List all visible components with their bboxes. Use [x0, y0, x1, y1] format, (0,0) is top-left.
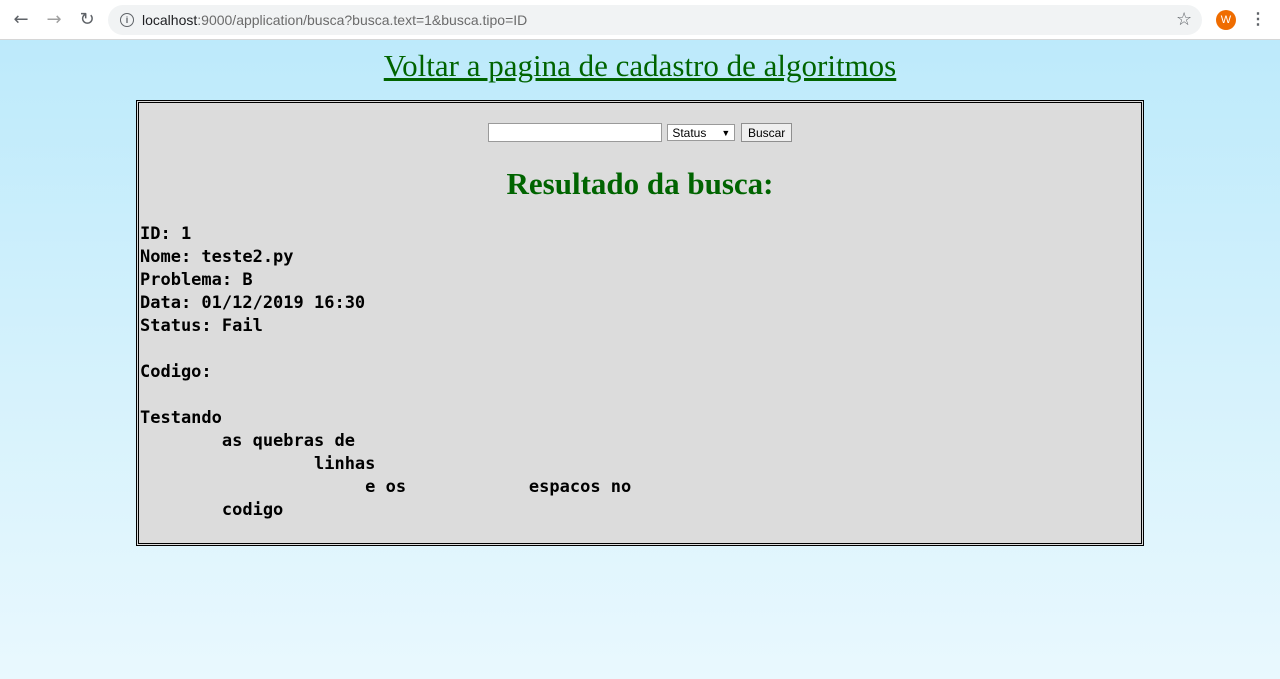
result-block: ID: 1 Nome: teste2.py Problema: B Data: … — [140, 223, 631, 522]
code-line: as quebras de — [140, 431, 355, 451]
search-type-value: Status — [672, 126, 707, 140]
dropdown-arrow-icon: ▼ — [721, 128, 731, 138]
search-input[interactable] — [487, 123, 662, 142]
code-line: linhas — [140, 454, 376, 474]
search-type-select[interactable]: Status ▼ — [667, 124, 736, 141]
url-host: localhost — [142, 12, 198, 28]
search-form: Status ▼ Buscar — [139, 123, 1141, 142]
back-arrow-icon[interactable]: ← — [10, 9, 32, 31]
code-line: codigo — [140, 500, 284, 520]
result-id: ID: 1 — [140, 224, 192, 244]
search-button[interactable]: Buscar — [740, 123, 793, 142]
reload-icon[interactable]: ↻ — [76, 9, 98, 31]
result-status: Status: Fail — [140, 316, 263, 336]
page-body: Voltar a pagina de cadastro de algoritmo… — [0, 40, 1280, 679]
address-bar[interactable]: i localhost:9000/application/busca?busca… — [108, 5, 1202, 35]
info-icon[interactable]: i — [120, 13, 134, 27]
back-to-register-link[interactable]: Voltar a pagina de cadastro de algoritmo… — [384, 48, 896, 83]
code-line: Testando — [140, 408, 222, 428]
result-codigo-label: Codigo: — [140, 362, 212, 382]
browser-toolbar: ← → ↻ i localhost:9000/application/busca… — [0, 0, 1280, 40]
forward-arrow-icon[interactable]: → — [43, 9, 65, 31]
profile-avatar[interactable]: W — [1216, 10, 1236, 30]
result-data: Data: 01/12/2019 16:30 — [140, 293, 366, 313]
results-title: Resultado da busca: — [506, 166, 774, 201]
kebab-menu-icon[interactable]: ⋮ — [1250, 9, 1266, 31]
result-nome: Nome: teste2.py — [140, 247, 294, 267]
result-problema: Problema: B — [140, 270, 253, 290]
url-text[interactable]: localhost:9000/application/busca?busca.t… — [142, 12, 527, 28]
back-link-container: Voltar a pagina de cadastro de algoritmo… — [0, 48, 1280, 84]
url-path: :9000/application/busca?busca.text=1&bus… — [197, 12, 528, 28]
code-line: e os espacos no — [140, 477, 632, 497]
bookmark-star-icon[interactable]: ☆ — [1176, 9, 1192, 31]
results-panel: Status ▼ Buscar Resultado da busca: ID: … — [136, 100, 1144, 546]
